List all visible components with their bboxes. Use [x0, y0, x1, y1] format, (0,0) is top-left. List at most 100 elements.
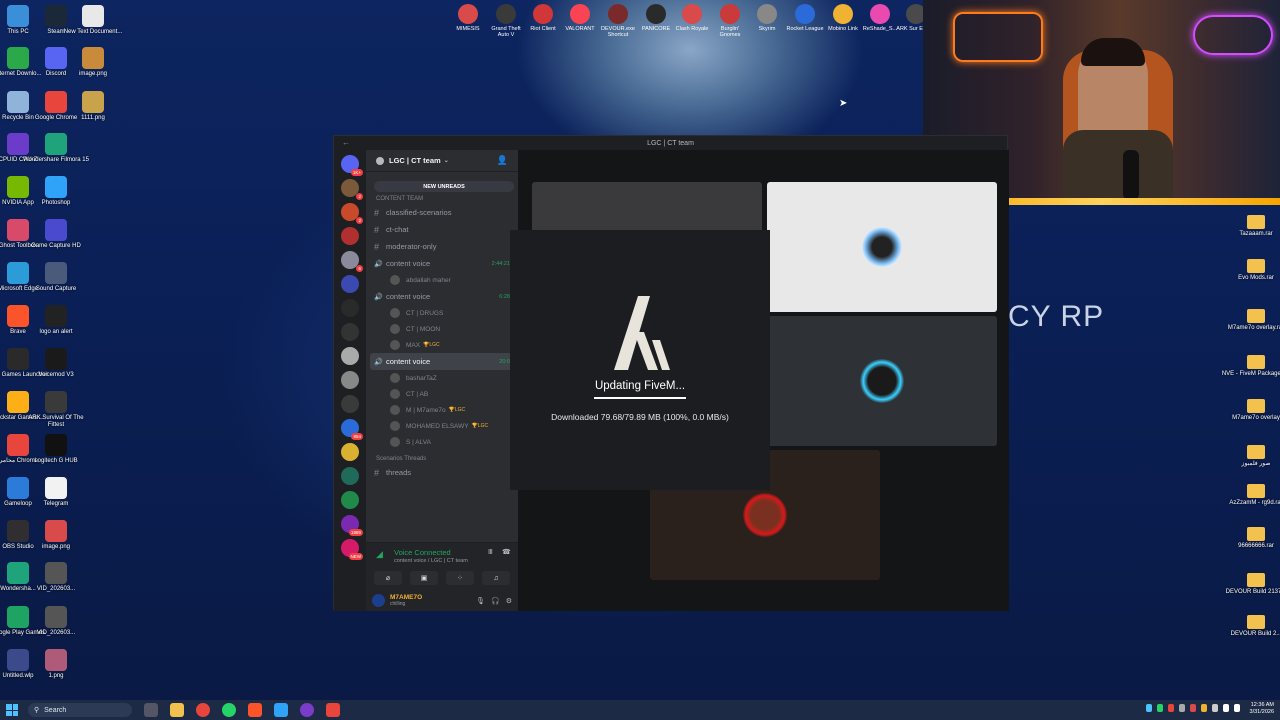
voice-user[interactable]: MAX 🏆LGC	[366, 337, 518, 353]
tray-icon[interactable]	[1212, 704, 1218, 712]
server-icon[interactable]	[341, 323, 359, 341]
desktop-icon[interactable]: Wondershare Filmora 15	[21, 133, 91, 164]
desktop-icon[interactable]: Mobino Link	[823, 4, 863, 32]
desktop-icon[interactable]: Skyrim	[747, 4, 787, 32]
desktop-icon[interactable]: DEVOUR.exe Shortcut	[598, 4, 638, 38]
server-header[interactable]: LGC | CT team ⌄ 👤	[366, 150, 518, 172]
wifi-icon[interactable]	[1223, 704, 1229, 712]
signal-icon[interactable]: ◢	[376, 549, 383, 560]
voice-channel[interactable]: 🔊 content voice 2:44:21	[366, 255, 518, 272]
text-channel[interactable]: # classified-scenarios	[366, 204, 518, 221]
desktop-icon[interactable]: VALORANT	[560, 4, 600, 32]
server-icon[interactable]: NEW	[341, 539, 363, 560]
voice-user[interactable]: CT | AB	[366, 386, 518, 402]
text-channel[interactable]: # ct-chat	[366, 221, 518, 238]
desktop-icon[interactable]: Clash Royale	[672, 4, 712, 32]
taskbar-clock[interactable]: 12:36 AM 3/31/2026	[1250, 702, 1274, 716]
noise-suppression-icon[interactable]: Ⅲ	[488, 548, 493, 556]
tray-icon[interactable]	[1190, 704, 1196, 712]
desktop-icon[interactable]: VID_202603...	[21, 562, 91, 593]
settings-gear-icon[interactable]: ⚙	[506, 597, 512, 605]
server-icon[interactable]	[341, 443, 359, 461]
desktop-icon[interactable]: Game Capture HD	[21, 219, 91, 250]
voice-user[interactable]: M | M7ame7o 🏆LGC	[366, 402, 518, 418]
volume-icon[interactable]	[1234, 704, 1240, 712]
desktop-icon[interactable]: Rocket League	[785, 4, 825, 32]
desktop-file-icon[interactable]: 96666666.rar	[1221, 527, 1280, 550]
server-icon[interactable]	[341, 299, 359, 317]
microphone-icon[interactable]: 🎙	[476, 597, 485, 605]
chrome-taskbar-icon[interactable]	[196, 703, 210, 717]
desktop-icon[interactable]: Telegram	[21, 477, 91, 508]
desktop-file-icon[interactable]: DEVOUR Build 2...	[1221, 615, 1280, 638]
whatsapp-icon[interactable]	[222, 703, 236, 717]
desktop-icon[interactable]: MIMESIS	[448, 4, 488, 32]
obs-taskbar-icon[interactable]	[300, 703, 314, 717]
desktop-icon[interactable]: VID_202603...	[21, 606, 91, 637]
server-icon[interactable]	[341, 371, 359, 389]
tray-icon[interactable]	[1179, 704, 1185, 712]
desktop-icon[interactable]: image.png	[58, 47, 128, 78]
desktop-icon[interactable]: Voicemod V3	[21, 348, 91, 379]
server-icon[interactable]	[341, 467, 359, 485]
soundboard-button[interactable]: ♫	[482, 571, 510, 585]
tray-icon[interactable]	[1168, 704, 1174, 712]
voice-user[interactable]: MOHAMED ELSAWY 🏆LGC	[366, 418, 518, 434]
voice-user[interactable]: CT | MOON	[366, 321, 518, 337]
threads-category[interactable]: Scenarios Threads	[366, 454, 518, 464]
desktop-icon[interactable]: PANICORE	[636, 4, 676, 32]
server-icon[interactable]	[341, 347, 359, 365]
desktop-icon[interactable]: ReShade_S...	[860, 4, 900, 32]
task-view-icon[interactable]	[144, 703, 158, 717]
user-avatar[interactable]	[372, 594, 385, 607]
threads-channel[interactable]: # threads	[366, 464, 518, 481]
back-arrow-icon[interactable]: ←	[342, 138, 350, 147]
server-icon[interactable]: 6	[341, 251, 363, 272]
server-icon[interactable]	[341, 491, 359, 509]
screen-share-button[interactable]: ▣	[410, 571, 438, 585]
file-explorer-icon[interactable]	[170, 703, 184, 717]
server-icon[interactable]	[341, 395, 359, 413]
desktop-icon[interactable]: logo an alert	[21, 305, 91, 336]
camera-off-button[interactable]: ⌀	[374, 571, 402, 585]
photoshop-taskbar-icon[interactable]	[274, 703, 288, 717]
desktop-icon[interactable]: ARK Survival Of The Fittest	[21, 391, 91, 429]
desktop-icon[interactable]: New Text Document...	[58, 5, 128, 36]
voice-user[interactable]: CT | DRUGS	[366, 305, 518, 321]
server-icon[interactable]: 2	[341, 179, 363, 200]
server-icon[interactable]	[341, 227, 359, 245]
voice-user[interactable]: abdallah maher	[366, 272, 518, 288]
brave-taskbar-icon[interactable]	[248, 703, 262, 717]
desktop-file-icon[interactable]: M7ame7o overlay.rar	[1221, 309, 1280, 332]
taskbar-search[interactable]: ⚲ Search	[28, 703, 132, 717]
desktop-icon[interactable]: Photoshop	[21, 176, 91, 207]
server-icon[interactable]: 854	[341, 419, 363, 440]
participant-tile[interactable]	[767, 316, 997, 446]
start-windows-icon[interactable]	[6, 704, 18, 716]
desktop-file-icon[interactable]: M7ame7o overlay	[1221, 399, 1280, 422]
fivem-taskbar-icon[interactable]	[326, 703, 340, 717]
disconnect-icon[interactable]: ☎	[502, 548, 511, 556]
voice-channel-sub[interactable]: content voice / LGC | CT team	[394, 558, 468, 564]
voice-user[interactable]: S | ALVA	[366, 434, 518, 450]
voice-channel[interactable]: 🔊 content voice 20:0	[370, 353, 514, 370]
desktop-icon[interactable]: image.png	[21, 520, 91, 551]
category-header[interactable]: CONTENT TEAM	[366, 194, 518, 204]
desktop-file-icon[interactable]: صور فلمبوز	[1221, 445, 1280, 468]
server-icon[interactable]: 1989	[341, 515, 363, 536]
desktop-icon[interactable]: Riot Client	[523, 4, 563, 32]
desktop-icon[interactable]: Logitech G HUB	[21, 434, 91, 465]
voice-user[interactable]: basharTaZ	[366, 370, 518, 386]
desktop-file-icon[interactable]: NVE - FiveM Package.zip	[1221, 355, 1280, 378]
desktop-icon[interactable]: Grand Theft Auto V	[486, 4, 526, 38]
add-member-icon[interactable]: 👤	[497, 155, 508, 166]
desktop-icon[interactable]: 1.png	[21, 649, 91, 680]
activities-button[interactable]: ⁘	[446, 571, 474, 585]
system-tray[interactable]	[1146, 704, 1240, 712]
server-icon[interactable]	[341, 275, 359, 293]
desktop-icon[interactable]: 1111.png	[58, 91, 128, 122]
server-icon[interactable]: 1K+	[341, 155, 363, 176]
tray-icon[interactable]	[1146, 704, 1152, 712]
new-unreads-banner[interactable]: NEW UNREADS	[374, 181, 514, 192]
desktop-icon[interactable]: Sound Capture	[21, 262, 91, 293]
